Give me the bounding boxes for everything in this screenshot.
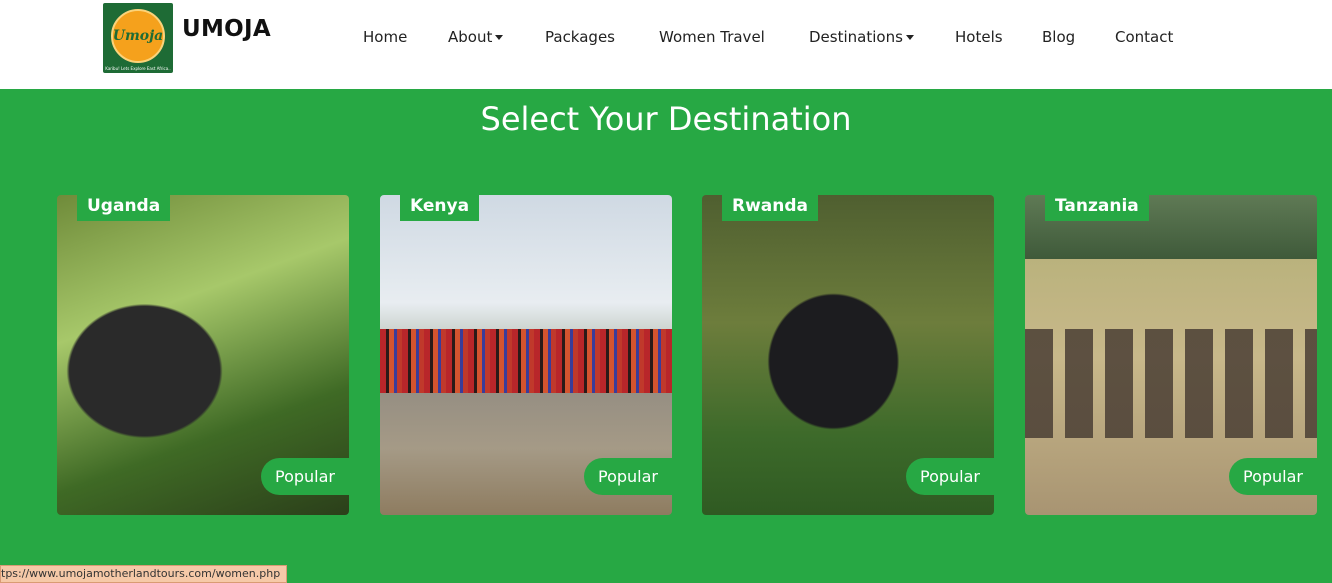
nav-destinations-label: Destinations [809, 28, 903, 46]
popular-badge: Popular [261, 458, 349, 495]
nav-about-label: About [448, 28, 493, 46]
status-bar-url: tps://www.umojamotherlandtours.com/women… [0, 565, 288, 583]
popular-badge: Popular [906, 458, 994, 495]
destination-label: Rwanda [722, 195, 819, 221]
photo-herd [1025, 329, 1317, 439]
destination-card-tanzania[interactable]: Tanzania Popular [1025, 195, 1317, 515]
caret-down-icon [905, 35, 914, 40]
destination-card-uganda[interactable]: Uganda Popular [57, 195, 349, 515]
section-title: Select Your Destination [480, 100, 852, 138]
popular-badge: Popular [584, 458, 672, 495]
destination-card-rwanda[interactable]: Rwanda Popular [702, 195, 994, 515]
caret-down-icon [495, 35, 504, 40]
nav-women-travel[interactable]: Women Travel [659, 28, 765, 46]
destination-card-kenya[interactable]: Kenya Popular [380, 195, 672, 515]
logo-tagline: Karibu! Lets Explore East Africa.. [105, 66, 171, 71]
photo-crowd [380, 329, 672, 394]
destination-label: Uganda [77, 195, 171, 221]
nav-hotels[interactable]: Hotels [955, 28, 1003, 46]
navbar: Umoja Karibu! Lets Explore East Africa..… [0, 0, 1332, 89]
nav-contact[interactable]: Contact [1115, 28, 1173, 46]
nav-about[interactable]: About [448, 28, 504, 46]
logo-text: Umoja [112, 28, 164, 44]
logo-emblem: Umoja [111, 9, 165, 63]
nav-destinations[interactable]: Destinations [809, 28, 914, 46]
nav-packages[interactable]: Packages [545, 28, 615, 46]
destination-label: Kenya [400, 195, 480, 221]
popular-badge: Popular [1229, 458, 1317, 495]
brand-name[interactable]: UMOJA [182, 16, 271, 42]
nav-home[interactable]: Home [363, 28, 407, 46]
logo[interactable]: Umoja Karibu! Lets Explore East Africa.. [103, 3, 173, 73]
nav-blog[interactable]: Blog [1042, 28, 1075, 46]
destination-label: Tanzania [1045, 195, 1149, 221]
